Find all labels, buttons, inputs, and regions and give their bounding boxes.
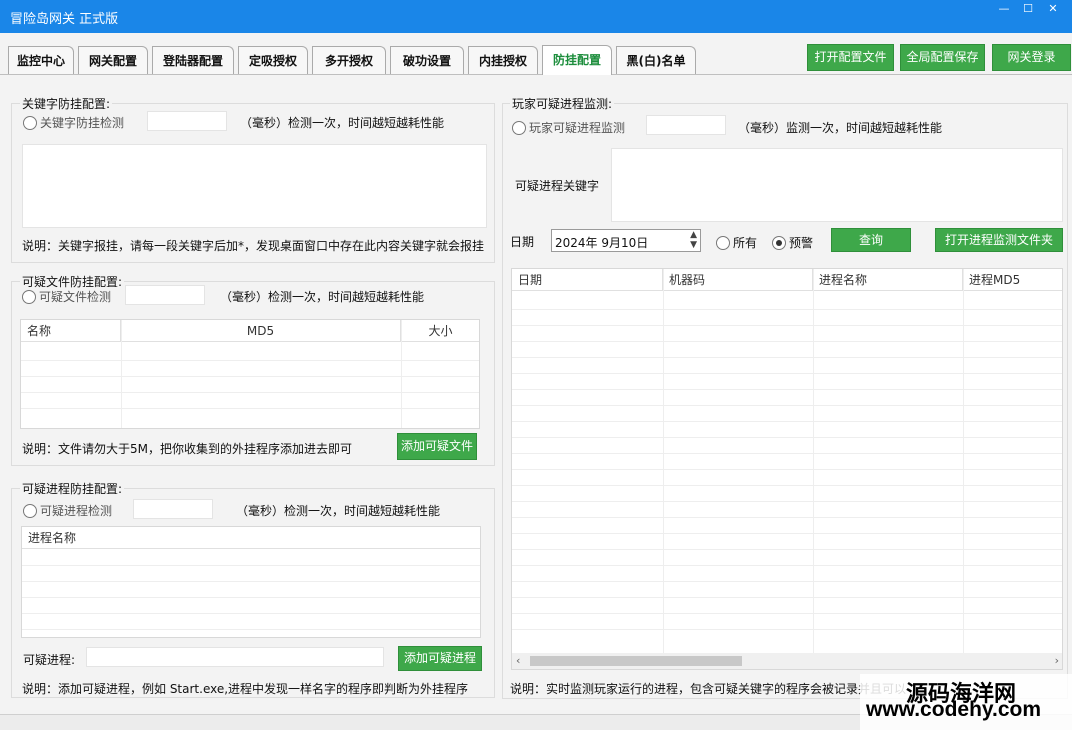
window-title: 冒险岛网关 正式版 (10, 12, 119, 27)
keyword-textarea[interactable] (22, 144, 487, 228)
date-value: 2024年 9月10日 (555, 236, 649, 250)
radio-circle-icon (23, 503, 37, 518)
tab-absorb-auth[interactable]: 定吸授权 (238, 46, 308, 74)
tab-launcher-config[interactable]: 登陆器配置 (152, 46, 234, 74)
process-col-name: 进程名称 (22, 527, 480, 549)
monitor-col-machine-code: 机器码 (663, 269, 813, 291)
add-suspicious-process-button[interactable]: 添加可疑进程 (398, 646, 482, 671)
keyword-group-title: 关键字防挂配置: (20, 95, 113, 112)
tab-inner-auth[interactable]: 内挂授权 (468, 46, 538, 74)
monitor-interval-text: （毫秒）监测一次，时间越短越耗性能 (738, 121, 943, 135)
keyword-note: 说明：关键字报挂，请每一段关键字后加*，发现桌面窗口中存在此内容关键字就会报挂 (22, 239, 485, 253)
tab-anti-cheat-config[interactable]: 防挂配置 (542, 45, 612, 75)
radio-circle-icon (512, 120, 526, 135)
file-col-size: 大小 (401, 320, 479, 342)
suspicious-process-input[interactable] (86, 647, 384, 667)
file-col-md5: MD5 (121, 320, 401, 342)
keyword-detect-label: 关键字防挂检测 (40, 116, 125, 130)
process-interval-text: （毫秒）检测一次，时间越短越耗性能 (236, 504, 441, 518)
filter-alert-label: 预警 (789, 236, 814, 250)
tab-break-settings[interactable]: 破功设置 (390, 46, 464, 74)
open-monitor-folder-button[interactable]: 打开进程监测文件夹 (935, 228, 1063, 252)
spinner-icon[interactable]: ▲ ▼ (690, 230, 697, 250)
gateway-login-button[interactable]: 网关登录 (992, 44, 1071, 71)
process-interval-input[interactable] (133, 499, 213, 519)
global-config-save-button[interactable]: 全局配置保存 (900, 44, 985, 71)
keyword-detect-radio[interactable]: 关键字防挂检测 (23, 114, 124, 131)
process-detect-radio[interactable]: 可疑进程检测 (23, 502, 112, 519)
tab-black-white-list[interactable]: 黑(白)名单 (616, 46, 696, 74)
radio-checked-icon (772, 235, 786, 250)
monitor-col-date: 日期 (512, 269, 663, 291)
monitor-keyword-label: 可疑进程关键字 (515, 179, 600, 193)
keyword-interval-text: （毫秒）检测一次，时间越短越耗性能 (240, 116, 445, 130)
filter-all-label: 所有 (733, 236, 758, 250)
process-table[interactable]: 进程名称 (21, 526, 481, 638)
file-table[interactable]: 名称 MD5 大小 (20, 319, 480, 429)
monitor-note: 说明：实时监测玩家运行的进程，包含可疑关键字的程序会被记录并且可以 (510, 682, 907, 696)
radio-circle-icon (22, 289, 36, 304)
maximize-icon[interactable]: ☐ (1017, 2, 1039, 16)
date-picker[interactable]: 2024年 9月10日 ▲ ▼ (551, 229, 701, 252)
open-config-file-button[interactable]: 打开配置文件 (807, 44, 894, 71)
add-suspicious-file-button[interactable]: 添加可疑文件 (397, 433, 477, 460)
process-detect-label: 可疑进程检测 (40, 504, 113, 518)
file-interval-input[interactable] (125, 285, 205, 305)
horizontal-scrollbar[interactable]: ‹ › (512, 653, 1062, 669)
file-detect-label: 可疑文件检测 (39, 290, 112, 304)
watermark-url: www.codehy.com (866, 698, 1042, 721)
file-col-name: 名称 (21, 320, 121, 342)
radio-circle-icon (23, 115, 37, 130)
monitor-detect-radio[interactable]: 玩家可疑进程监测 (512, 119, 625, 136)
monitor-table[interactable]: 日期 机器码 进程名称 进程MD5 ‹ › (511, 268, 1063, 670)
tab-gateway-config[interactable]: 网关配置 (78, 46, 148, 74)
monitor-keyword-textarea[interactable] (611, 148, 1063, 222)
close-icon[interactable]: ✕ (1042, 2, 1064, 16)
filter-all-radio[interactable]: 所有 (716, 234, 757, 251)
process-note: 说明：添加可疑进程，例如 Start.exe,进程中发现一样名字的程序即判断为外… (22, 682, 469, 696)
monitor-col-process-name: 进程名称 (813, 269, 963, 291)
scroll-right-icon[interactable]: › (1055, 654, 1059, 667)
scroll-left-icon[interactable]: ‹ (516, 654, 520, 667)
scrollbar-thumb[interactable] (530, 656, 742, 666)
tab-bar: 监控中心 网关配置 登陆器配置 定吸授权 多开授权 破功设置 内挂授权 防挂配置… (0, 33, 1072, 75)
monitor-group-title: 玩家可疑进程监测: (510, 95, 615, 112)
query-button[interactable]: 查询 (831, 228, 911, 252)
filter-alert-radio[interactable]: 预警 (772, 234, 813, 251)
tab-monitor-center[interactable]: 监控中心 (8, 46, 74, 74)
radio-circle-icon (716, 235, 730, 250)
minimize-icon[interactable]: — (993, 2, 1015, 16)
tab-multi-open-auth[interactable]: 多开授权 (312, 46, 386, 74)
file-detect-radio[interactable]: 可疑文件检测 (22, 288, 111, 305)
title-bar: 冒险岛网关 正式版 — ☐ ✕ (0, 0, 1072, 33)
keyword-interval-input[interactable] (147, 111, 227, 131)
process-group-title: 可疑进程防挂配置: (20, 480, 125, 497)
monitor-col-process-md5: 进程MD5 (963, 269, 1062, 291)
process-input-label: 可疑进程: (23, 653, 76, 667)
monitor-detect-label: 玩家可疑进程监测 (529, 121, 626, 135)
date-label: 日期 (510, 235, 535, 249)
monitor-interval-input[interactable] (646, 115, 726, 135)
file-interval-text: （毫秒）检测一次，时间越短越耗性能 (220, 290, 425, 304)
file-note: 说明：文件请勿大于5M，把你收集到的外挂程序添加进去即可 (22, 442, 352, 456)
